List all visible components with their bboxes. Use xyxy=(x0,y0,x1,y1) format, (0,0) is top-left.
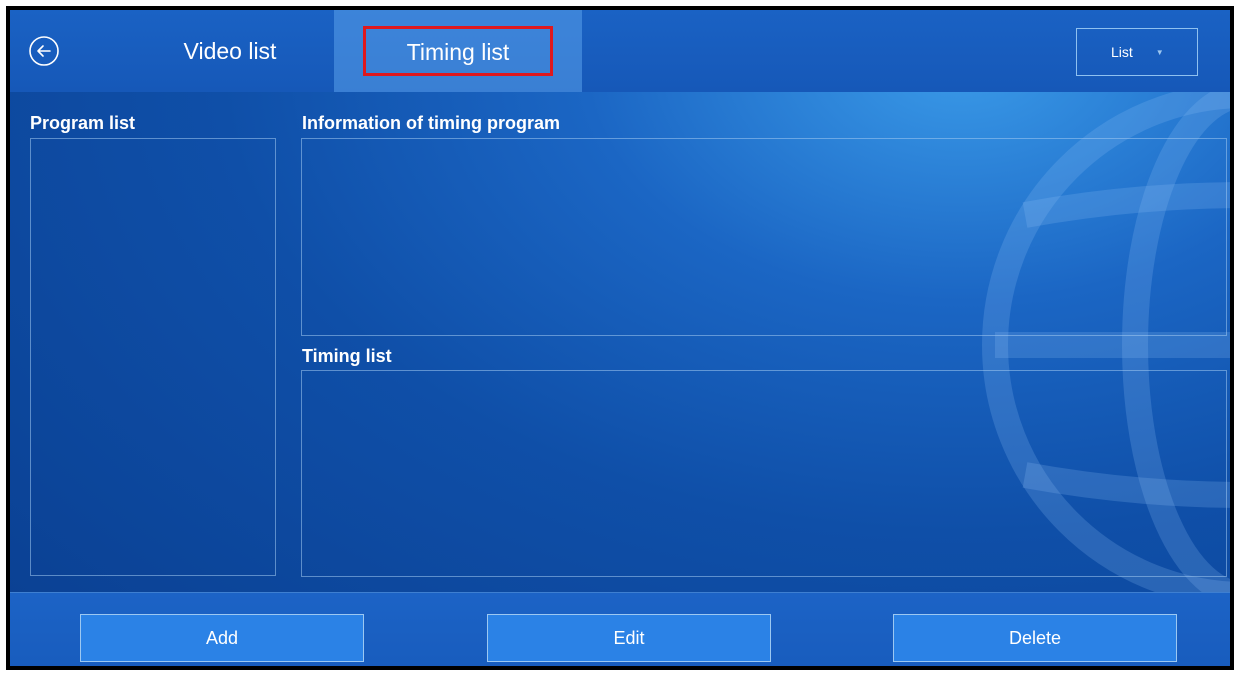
bottom-bar: Add Edit Delete xyxy=(10,592,1230,666)
program-list-title: Program list xyxy=(30,113,136,133)
top-bar: Video list Timing list List ▼ xyxy=(10,10,1230,92)
tab-timing-list-label: Timing list xyxy=(406,39,510,65)
timing-list-title: Timing list xyxy=(302,346,392,366)
tab-video-list-label: Video list xyxy=(183,37,277,64)
edit-button-label: Edit xyxy=(613,627,645,648)
back-arrow-icon xyxy=(29,36,59,66)
view-mode-value: List xyxy=(1111,44,1133,60)
view-mode-dropdown[interactable]: List ▼ xyxy=(1076,28,1198,76)
edit-button[interactable]: Edit xyxy=(487,614,771,662)
add-button-label: Add xyxy=(205,627,239,648)
app-window: Video list Timing list List ▼ Program li… xyxy=(6,6,1234,670)
info-panel[interactable] xyxy=(301,138,1227,336)
program-list-panel[interactable] xyxy=(30,138,276,576)
timing-list-panel[interactable] xyxy=(301,370,1227,577)
delete-button-label: Delete xyxy=(1008,627,1062,648)
tab-video-list[interactable]: Video list xyxy=(130,10,330,92)
info-panel-title: Information of timing program xyxy=(302,113,560,133)
delete-button[interactable]: Delete xyxy=(893,614,1177,662)
add-button[interactable]: Add xyxy=(80,614,364,662)
tab-timing-list[interactable]: Timing list xyxy=(334,10,582,92)
chevron-down-icon: ▼ xyxy=(1155,47,1164,57)
back-button[interactable] xyxy=(28,35,60,67)
tab-timing-list-highlight: Timing list xyxy=(363,26,553,76)
